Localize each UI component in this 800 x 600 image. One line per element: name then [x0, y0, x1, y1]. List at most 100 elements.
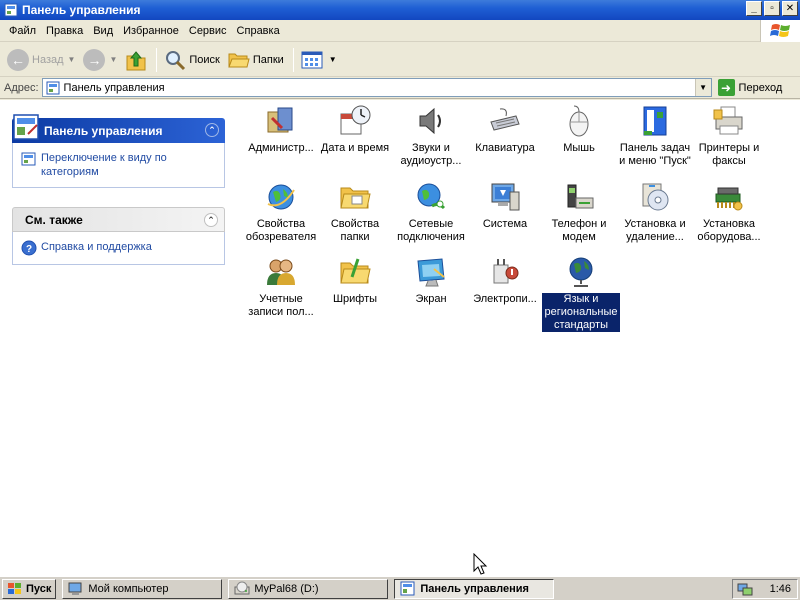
- menu-bar: Файл Правка Вид Избранное Сервис Справка: [0, 20, 800, 42]
- go-button[interactable]: ➜ Переход: [717, 79, 783, 96]
- menu-help[interactable]: Справка: [232, 20, 285, 42]
- item-label: Администр...: [248, 142, 314, 154]
- item-label: Сетевые подключения: [397, 218, 465, 243]
- close-button[interactable]: ✕: [782, 1, 798, 16]
- help-icon: ?: [21, 240, 37, 256]
- user-accounts-item[interactable]: Учетные записи пол...: [242, 255, 320, 319]
- add-remove-item[interactable]: Установка и удаление...: [616, 180, 694, 244]
- back-label: Назад: [32, 53, 64, 66]
- switch-category-view-link[interactable]: Переключение к виду по категориям: [21, 151, 216, 179]
- item-label: Язык и региональные стандарты: [542, 293, 620, 332]
- item-label: Экран: [415, 293, 447, 305]
- phone-modem-item[interactable]: Телефон и модем: [540, 180, 618, 244]
- sounds-item[interactable]: Звуки и аудиоустр...: [392, 104, 470, 168]
- display-item[interactable]: Экран: [392, 255, 470, 306]
- views-icon: [301, 51, 323, 68]
- date-time-icon: [340, 105, 371, 135]
- fonts-item[interactable]: Шрифты: [316, 255, 394, 306]
- network-tray-icon[interactable]: [737, 581, 753, 597]
- address-input[interactable]: Панель управления ▼: [41, 78, 712, 97]
- item-label: Установка оборудова...: [697, 218, 761, 243]
- folder-up-icon: [126, 50, 146, 70]
- pane-header[interactable]: См. также ⌃: [12, 207, 225, 232]
- add-hardware-icon: [715, 187, 743, 211]
- item-label: Дата и время: [320, 142, 390, 154]
- pane-body: Переключение к виду по категориям: [12, 143, 225, 188]
- item-label: Система: [482, 218, 528, 230]
- clock[interactable]: 1:46: [770, 583, 791, 595]
- folders-label: Папки: [252, 53, 284, 66]
- printers-icon: [713, 106, 743, 135]
- back-dropdown-icon[interactable]: ▼: [68, 55, 76, 64]
- up-button[interactable]: [122, 46, 150, 74]
- menu-view[interactable]: Вид: [88, 20, 118, 42]
- control-panel-icon: [13, 114, 39, 140]
- printers-item[interactable]: Принтеры и факсы: [690, 104, 768, 168]
- taskbar-button-drive[interactable]: MyPal68 (D:): [228, 578, 389, 599]
- menu-tools[interactable]: Сервис: [184, 20, 232, 42]
- pane-header[interactable]: Панель управления ⌃: [12, 114, 225, 143]
- user-accounts-icon: [267, 259, 295, 285]
- views-button[interactable]: ▼: [298, 46, 340, 74]
- svg-text:?: ?: [26, 244, 32, 255]
- title-bar: Панель управления _ ▫ ✕: [0, 0, 800, 20]
- help-support-link[interactable]: ? Справка и поддержка: [21, 240, 216, 256]
- mouse-icon: [569, 105, 589, 137]
- address-value: Панель управления: [63, 81, 165, 94]
- system-tray: 1:46: [732, 579, 798, 599]
- maximize-button[interactable]: ▫: [764, 1, 780, 16]
- task-label: Мой компьютер: [88, 582, 169, 595]
- minimize-button[interactable]: _: [746, 1, 762, 16]
- menu-edit[interactable]: Правка: [41, 20, 88, 42]
- forward-button[interactable]: → ▼: [80, 46, 120, 74]
- collapse-chevron-icon[interactable]: ⌃: [204, 213, 218, 227]
- taskbar-item[interactable]: Панель задач и меню "Пуск": [616, 104, 694, 168]
- display-icon: [417, 258, 445, 287]
- task-label: Панель управления: [420, 582, 529, 595]
- item-label: Шрифты: [332, 293, 378, 305]
- item-label: Телефон и модем: [551, 218, 607, 243]
- admin-tools-item[interactable]: Администр...: [242, 104, 320, 155]
- address-bar: Адрес: Панель управления ▼ ➜ Переход: [0, 77, 800, 99]
- item-label: Электропи...: [473, 293, 537, 305]
- item-label: Свойства папки: [330, 218, 380, 243]
- keyboard-item[interactable]: Клавиатура: [466, 104, 544, 155]
- go-arrow-icon: ➜: [717, 79, 735, 96]
- regional-options-item[interactable]: Язык и региональные стандарты: [542, 255, 620, 332]
- collapse-chevron-icon[interactable]: ⌃: [205, 123, 219, 137]
- item-label: Панель задач и меню "Пуск": [619, 142, 691, 167]
- taskbar-button-control-panel[interactable]: Панель управления: [394, 578, 555, 599]
- power-item[interactable]: Электропи...: [466, 255, 544, 306]
- address-dropdown-icon[interactable]: ▼: [694, 79, 711, 96]
- search-button[interactable]: Поиск: [161, 46, 222, 74]
- pane-title: Панель управления: [44, 123, 163, 138]
- start-button[interactable]: Пуск: [2, 578, 57, 599]
- taskbar-button-my-computer[interactable]: Мой компьютер: [62, 578, 223, 599]
- regional-icon: [569, 257, 593, 287]
- folder-options-item[interactable]: Свойства папки: [316, 180, 394, 244]
- task-label: Справка и поддержка: [41, 241, 152, 253]
- item-label: Звуки и аудиоустр...: [400, 142, 462, 167]
- main-content: Панель управления ⌃ Переключение к виду …: [0, 100, 800, 576]
- mouse-item[interactable]: Мышь: [540, 104, 618, 155]
- drive-icon: [234, 581, 250, 594]
- back-button[interactable]: ← Назад ▼: [4, 46, 78, 74]
- views-dropdown-icon[interactable]: ▼: [329, 55, 337, 64]
- control-panel-icon: [4, 3, 18, 17]
- search-icon: [166, 50, 186, 70]
- add-hardware-item[interactable]: Установка оборудова...: [690, 180, 768, 244]
- windows-logo-icon: [760, 20, 800, 42]
- power-icon: [493, 259, 519, 284]
- forward-dropdown-icon[interactable]: ▼: [109, 55, 117, 64]
- network-item[interactable]: Сетевые подключения: [392, 180, 470, 244]
- folders-button[interactable]: Папки: [225, 46, 287, 74]
- system-item[interactable]: Система: [466, 180, 544, 231]
- menu-file[interactable]: Файл: [4, 20, 41, 42]
- task-label: Переключение к виду по категориям: [41, 152, 167, 178]
- menu-favorites[interactable]: Избранное: [118, 20, 184, 42]
- internet-options-item[interactable]: Свойства обозревателя: [242, 180, 320, 244]
- date-time-item[interactable]: Дата и время: [316, 104, 394, 155]
- control-panel-icon: [400, 581, 415, 595]
- go-label: Переход: [738, 81, 783, 94]
- item-label: Учетные записи пол...: [248, 293, 314, 318]
